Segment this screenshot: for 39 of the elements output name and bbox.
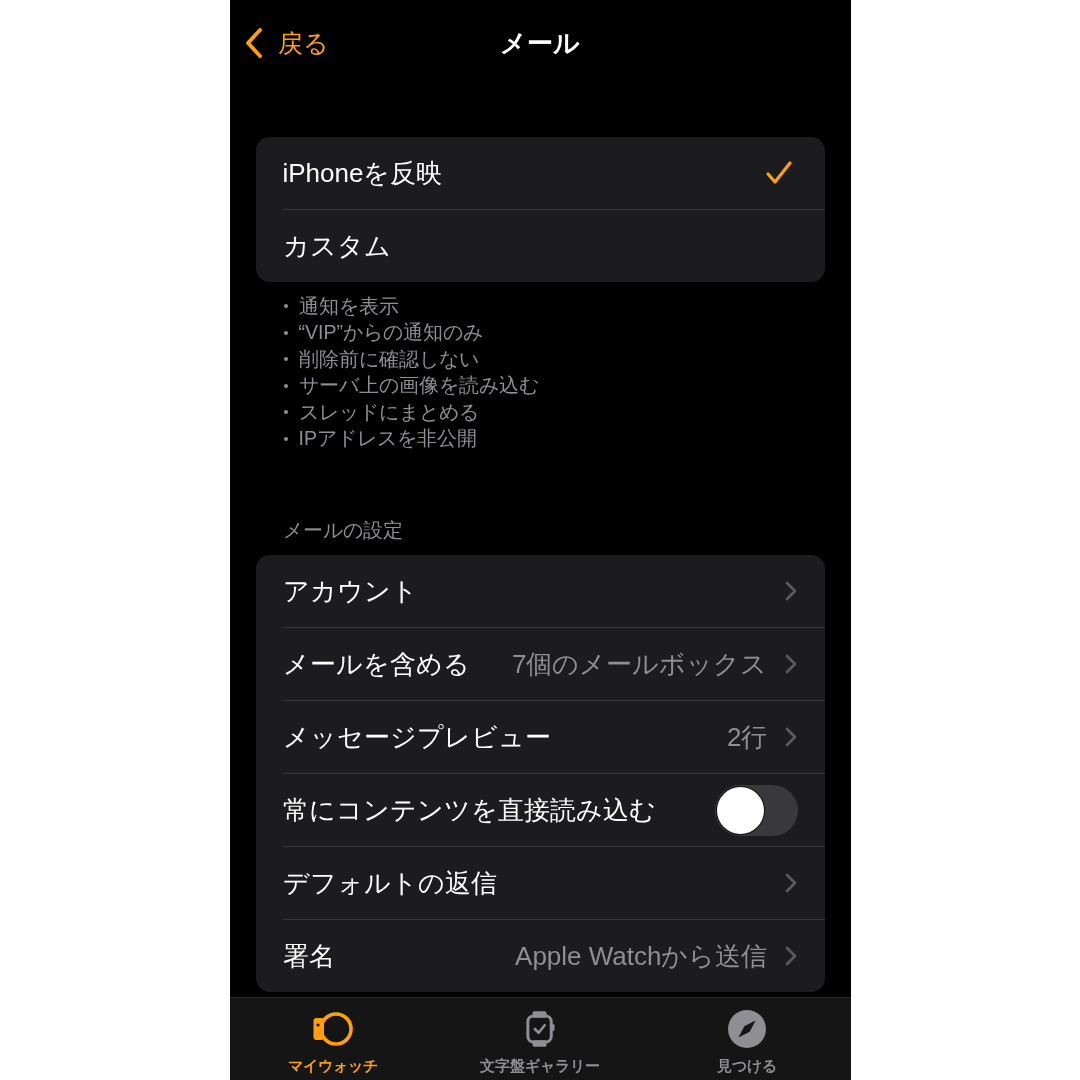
settings-row[interactable]: デフォルトの返信 (255, 847, 825, 919)
option-item[interactable]: カスタム (255, 210, 825, 282)
tab-button[interactable]: マイウォッチ (229, 998, 437, 1080)
settings-row[interactable]: メッセージプレビュー 2行 (255, 701, 825, 773)
list-item-text: “VIP”からの通知のみ (298, 320, 483, 346)
bullet-icon (283, 357, 288, 362)
bullet-icon (283, 383, 288, 388)
toggle-switch[interactable] (714, 784, 798, 836)
option-item[interactable]: iPhoneを反映 (255, 137, 825, 209)
bullet-icon (283, 436, 288, 441)
setting-value: 7個のメールボックス (512, 647, 768, 681)
chevron-right-icon (784, 581, 797, 601)
chevron-right-icon (784, 946, 797, 966)
chevron-left-icon (244, 28, 263, 58)
tab-button[interactable]: 見つける (643, 998, 851, 1080)
chevron-right-icon (784, 873, 797, 893)
list-item-text: IPアドレスを非公開 (298, 426, 477, 452)
compass-icon (728, 1010, 766, 1048)
settings-row[interactable]: アカウント (255, 555, 825, 627)
list-item-text: サーバ上の画像を読み込む (298, 373, 539, 399)
settings-row[interactable]: 署名 Apple Watchから送信 (255, 920, 825, 992)
setting-label: 常にコンテンツを直接読み込む (282, 793, 656, 827)
chevron-right-icon (784, 727, 797, 747)
list-item-text: 削除前に確認しない (298, 346, 479, 372)
bullet-icon (283, 304, 288, 309)
bullet-icon (283, 330, 288, 335)
tab-button[interactable]: 文字盤ギャラリー (436, 998, 644, 1080)
watch-face-icon (525, 1010, 555, 1048)
list-item-text: 通知を表示 (298, 293, 399, 319)
back-button[interactable]: 戻る (244, 26, 329, 60)
setting-value: Apple Watchから送信 (515, 939, 768, 973)
settings-row[interactable]: メールを含める 7個のメールボックス (255, 628, 825, 700)
section-header: メールの設定 (282, 518, 403, 543)
setting-value: 2行 (727, 720, 768, 754)
watch-side-icon (313, 1010, 353, 1048)
bullet-icon (283, 410, 288, 415)
screen-title: メール (500, 26, 580, 60)
chevron-right-icon (784, 654, 797, 674)
list-item-text: スレッドにまとめる (298, 399, 479, 425)
